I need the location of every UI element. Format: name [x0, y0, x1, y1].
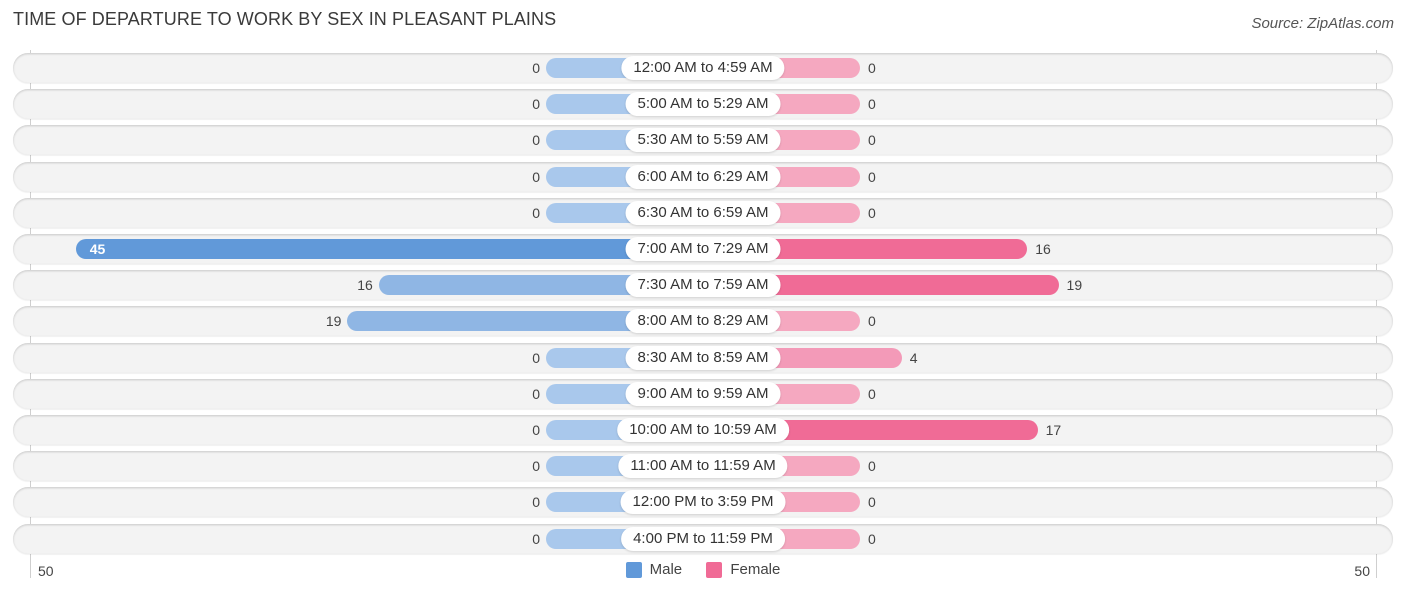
value-label-male: 0 — [532, 458, 540, 475]
legend-swatch-male — [625, 561, 642, 578]
value-label-male: 45 — [89, 241, 106, 257]
value-label-male: 0 — [532, 204, 540, 221]
value-label-male: 19 — [325, 313, 342, 330]
category-label: 8:00 AM to 8:29 AM — [625, 309, 781, 334]
value-label-female: 19 — [1066, 277, 1083, 294]
value-label-male: 0 — [532, 530, 540, 547]
value-label-female: 0 — [868, 458, 876, 475]
value-label-female: 0 — [868, 96, 876, 113]
value-label-male: 0 — [532, 422, 540, 438]
chart-title: TIME OF DEPARTURE TO WORK BY SEX IN PLEA… — [13, 9, 557, 29]
value-label-female: 17 — [1045, 422, 1062, 438]
value-label-female: 0 — [868, 132, 876, 149]
value-label-male: 16 — [357, 277, 373, 294]
value-label-female: 0 — [868, 385, 876, 402]
category-label: 7:00 AM to 7:29 AM — [625, 237, 781, 261]
category-label: 8:30 AM to 8:59 AM — [625, 345, 781, 370]
legend-item-male: Male — [625, 561, 683, 578]
category-label: 12:00 PM to 3:59 PM — [620, 490, 786, 515]
bar-male[interactable] — [75, 239, 703, 259]
value-label-female: 0 — [868, 168, 876, 185]
value-label-female: 4 — [909, 349, 918, 366]
value-label-female: 0 — [868, 204, 876, 221]
legend-swatch-female — [706, 561, 723, 578]
value-label-male: 0 — [532, 132, 540, 149]
category-label: 10:00 AM to 10:59 AM — [617, 418, 789, 442]
legend-label-male: Male — [649, 561, 683, 578]
value-label-female: 0 — [868, 313, 876, 330]
category-label: 4:00 PM to 11:59 PM — [621, 526, 785, 551]
value-label-female: 16 — [1035, 241, 1051, 257]
value-label-male: 0 — [532, 168, 540, 185]
legend-label-female: Female — [730, 561, 781, 578]
legend: Male Female — [0, 561, 1406, 582]
value-label-male: 0 — [532, 96, 540, 113]
value-label-male: 0 — [532, 349, 540, 366]
legend-item-female: Female — [706, 561, 780, 578]
value-label-female: 0 — [868, 530, 876, 547]
value-label-male: 0 — [532, 60, 540, 76]
category-label: 12:00 AM to 4:59 AM — [621, 56, 785, 80]
category-label: 6:30 AM to 6:59 AM — [625, 200, 781, 225]
category-label: 7:30 AM to 7:59 AM — [625, 273, 781, 298]
source-label: Source: ZipAtlas.com — [1251, 15, 1394, 32]
category-label: 6:00 AM to 6:29 AM — [625, 164, 781, 189]
category-label: 11:00 AM to 11:59 AM — [618, 454, 788, 479]
category-label: 9:00 AM to 9:59 AM — [625, 381, 781, 406]
value-label-female: 0 — [868, 60, 876, 76]
value-label-male: 0 — [532, 494, 540, 511]
value-label-female: 0 — [868, 494, 876, 511]
category-label: 5:00 AM to 5:29 AM — [625, 92, 781, 117]
value-label-male: 0 — [532, 385, 540, 402]
category-label: 5:30 AM to 5:59 AM — [625, 128, 781, 153]
